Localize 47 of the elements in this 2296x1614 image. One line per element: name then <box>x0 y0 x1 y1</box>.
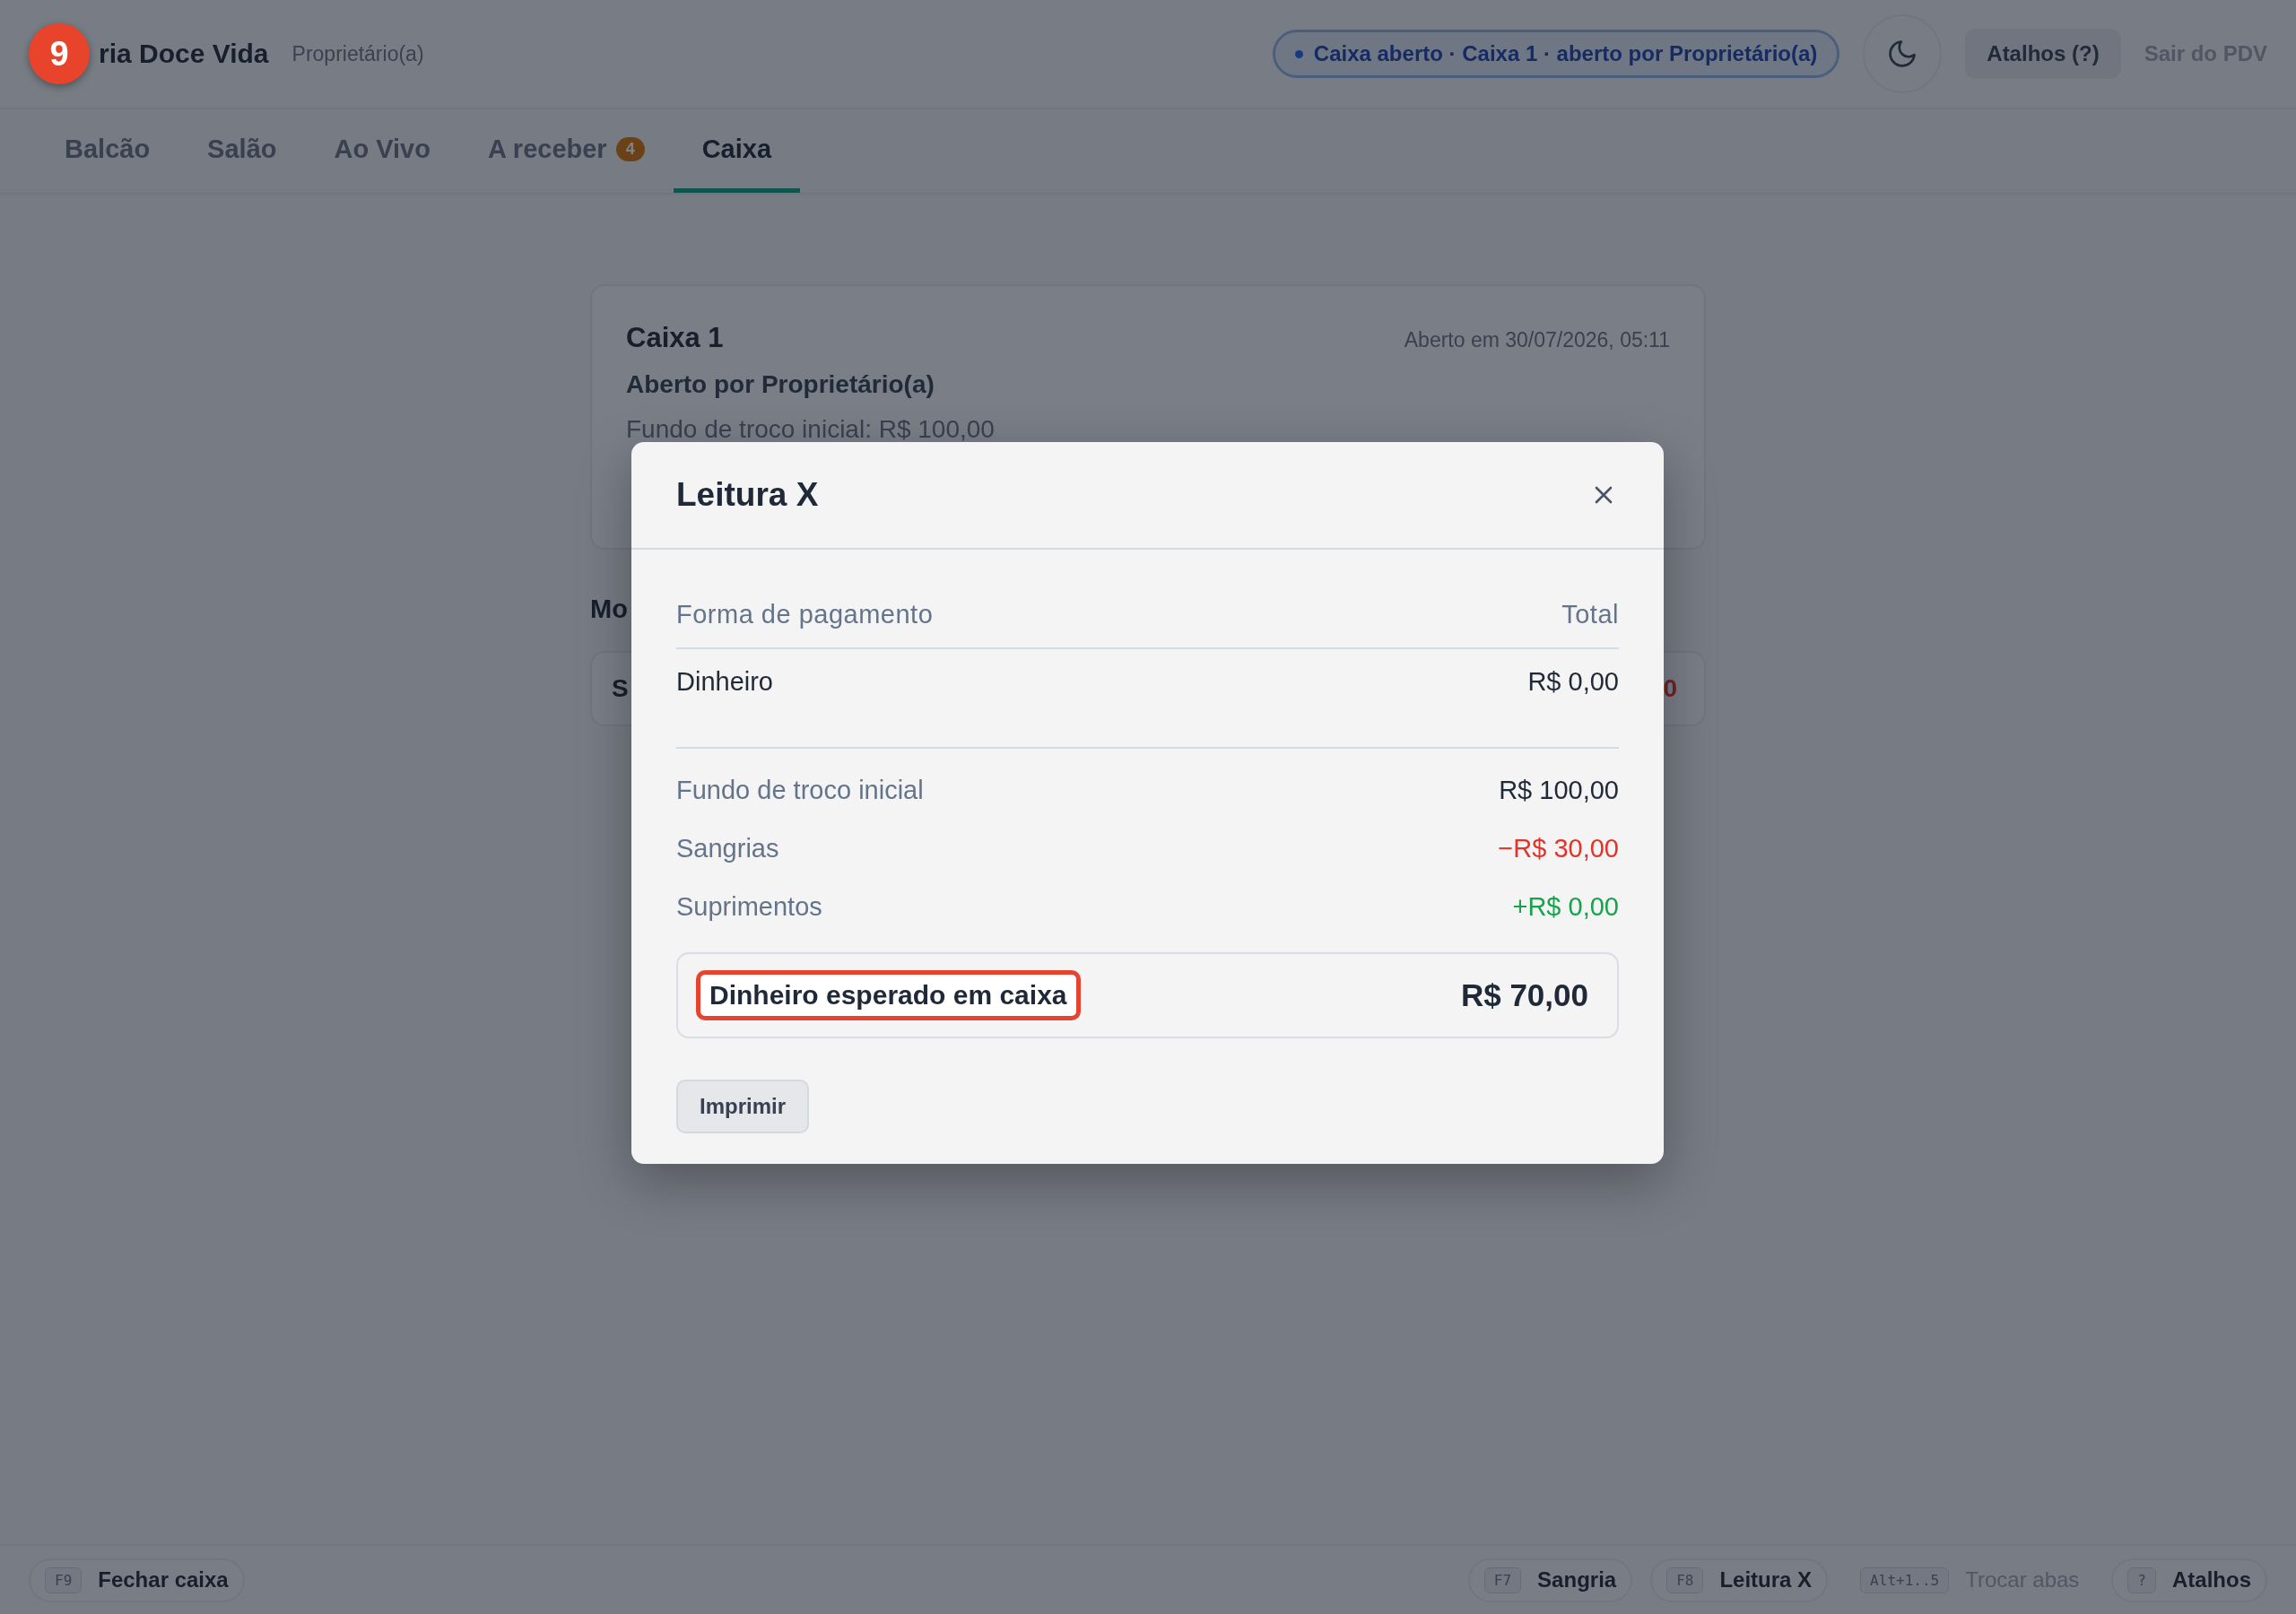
status-text: Caixa aberto · Caixa 1 · aberto por Proprietário(a) <box>1313 41 1818 66</box>
tab[interactable]: Salão <box>178 109 306 193</box>
tab[interactable]: Ao Vivo <box>305 109 459 193</box>
dialog-title: Leitura X <box>676 476 819 514</box>
tab[interactable]: Caixa <box>673 109 801 193</box>
shortcuts-button[interactable]: Atalhos (?) <box>1965 29 2121 79</box>
key-label: F8 <box>1666 1566 1704 1593</box>
summary-label: Suprimentos <box>676 892 822 922</box>
summary-label: Sangrias <box>676 834 779 863</box>
step-marker: 9 <box>29 23 90 84</box>
section-heading: Mo <box>590 594 628 624</box>
print-button[interactable]: Imprimir <box>676 1080 810 1133</box>
shortcut-chip[interactable]: F8 Leitura X <box>1650 1558 1829 1602</box>
payment-total: R$ 0,00 <box>1527 667 1619 697</box>
key-label: ? <box>2127 1566 2156 1593</box>
column-header: Total <box>1561 600 1619 629</box>
tab[interactable]: A receber 4 <box>458 109 674 193</box>
opening-float: Fundo de troco inicial: R$ 100,00 <box>626 415 996 444</box>
status-dot-icon <box>1294 49 1303 58</box>
opened-by: Aberto por Proprietário(a) <box>626 370 935 399</box>
shortcut-label: Sangria <box>1537 1567 1617 1592</box>
payment-method: Dinheiro <box>676 667 773 697</box>
shortcut-label: Leitura X <box>1719 1567 1813 1592</box>
close-icon <box>1594 485 1613 505</box>
shortcut-chip[interactable]: ? Atalhos <box>2111 1558 2267 1602</box>
shortcut-label: Fechar caixa <box>98 1567 229 1592</box>
summary-value: −R$ 30,00 <box>1498 834 1619 863</box>
expected-cash-label: Dinheiro esperado em caixa <box>696 970 1081 1020</box>
summary-value: +R$ 0,00 <box>1512 892 1619 922</box>
opened-date: Aberto em 30/07/2026, 05:11 <box>1404 328 1670 352</box>
tab[interactable]: Balcão <box>36 109 179 193</box>
shortcut-chip[interactable]: F7 Sangria <box>1467 1558 1633 1602</box>
movement-type: S <box>612 674 629 703</box>
count-badge: 4 <box>615 136 645 161</box>
expected-cash-value: R$ 70,00 <box>1460 977 1588 1013</box>
column-header: Forma de pagamento <box>676 600 934 629</box>
summary-label: Fundo de troco inicial <box>676 776 924 805</box>
shortcut-label: Atalhos <box>2172 1567 2251 1592</box>
shortcut-chip[interactable]: F9 Fechar caixa <box>29 1558 245 1602</box>
summary-value: R$ 100,00 <box>1499 776 1619 805</box>
register-title: Caixa 1 <box>626 322 724 354</box>
movement-amount: 0 <box>1663 674 1677 703</box>
key-label: F9 <box>45 1566 83 1593</box>
store-name: ria Doce Vida <box>99 39 269 69</box>
key-label: F7 <box>1483 1566 1522 1593</box>
user-role: Proprietário(a) <box>291 41 424 66</box>
key-label: Alt+1..5 <box>1860 1566 1950 1593</box>
